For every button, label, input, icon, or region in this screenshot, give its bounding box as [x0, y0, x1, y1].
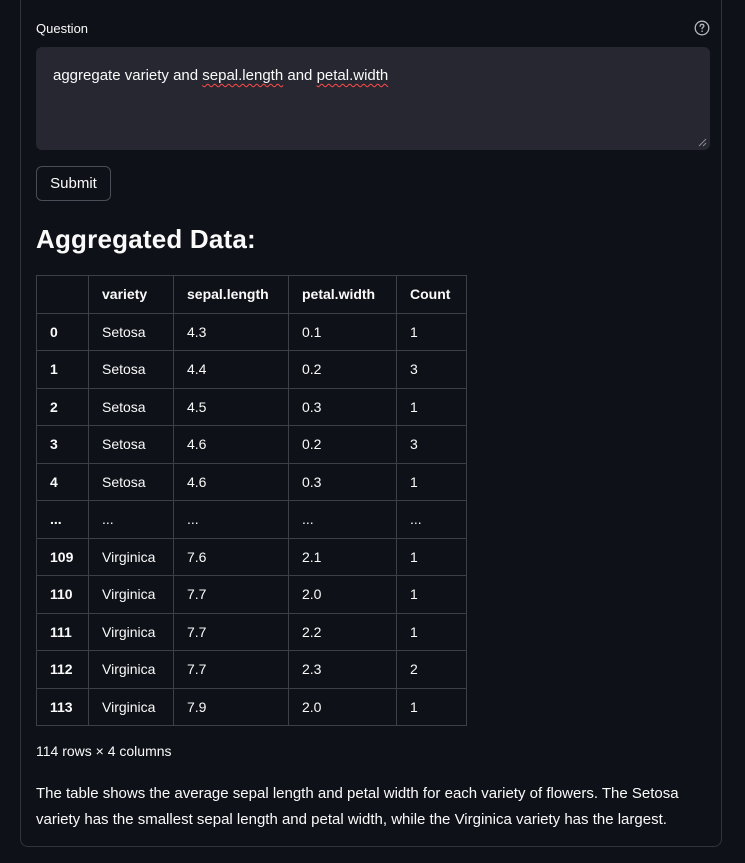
- row-index-cell[interactable]: ...: [36, 500, 89, 539]
- table-cell[interactable]: 2.1: [288, 537, 397, 576]
- table-cell[interactable]: 7.6: [173, 537, 289, 576]
- aggregated-data-table: variety sepal.length petal.width Count 0…: [36, 275, 467, 726]
- table-cell[interactable]: ...: [88, 500, 174, 539]
- question-label: Question: [36, 21, 89, 36]
- submit-button[interactable]: Submit: [36, 166, 111, 201]
- table-cell[interactable]: Virginica: [88, 650, 174, 689]
- summary-text: The table shows the average sepal length…: [36, 785, 679, 828]
- row-index-cell[interactable]: 111: [36, 612, 89, 651]
- question-text-part: and: [283, 67, 317, 84]
- table-cell[interactable]: 1: [396, 462, 467, 501]
- table-cell[interactable]: 2.0: [288, 575, 397, 614]
- table-cell[interactable]: 0.3: [288, 462, 397, 501]
- table-cell[interactable]: 1: [396, 312, 467, 351]
- table-cell[interactable]: 4.6: [173, 462, 289, 501]
- table-cell[interactable]: 4.4: [173, 350, 289, 389]
- help-circle-icon[interactable]: [694, 20, 710, 36]
- table-row: 112 Virginica 7.7 2.3 2: [36, 650, 467, 689]
- table-row: 3 Setosa 4.6 0.2 3: [36, 425, 467, 464]
- row-index-cell[interactable]: 109: [36, 537, 89, 576]
- table-cell[interactable]: 4.5: [173, 387, 289, 426]
- table-cell[interactable]: Virginica: [88, 687, 174, 726]
- table-row: 1 Setosa 4.4 0.2 3: [36, 350, 467, 389]
- table-cell[interactable]: Virginica: [88, 537, 174, 576]
- row-index-cell[interactable]: 1: [36, 350, 89, 389]
- table-cell[interactable]: ...: [173, 500, 289, 539]
- table-cell[interactable]: Setosa: [88, 312, 174, 351]
- resize-handle-icon[interactable]: [698, 138, 707, 147]
- table-cell[interactable]: 7.9: [173, 687, 289, 726]
- column-header-variety[interactable]: variety: [88, 275, 174, 314]
- table-cell[interactable]: 1: [396, 612, 467, 651]
- table-cell[interactable]: Virginica: [88, 575, 174, 614]
- column-header-index[interactable]: [36, 275, 89, 314]
- row-index-cell[interactable]: 4: [36, 462, 89, 501]
- table-cell[interactable]: 4.3: [173, 312, 289, 351]
- table-row: 113 Virginica 7.9 2.0 1: [36, 687, 467, 726]
- question-text-part: aggregate variety and: [53, 67, 203, 84]
- table-cell[interactable]: 0.2: [288, 350, 397, 389]
- table-row: ...............: [36, 500, 467, 539]
- table-cell[interactable]: 1: [396, 575, 467, 614]
- table-header-row: variety sepal.length petal.width Count: [36, 275, 467, 314]
- question-text-part: petal.width: [316, 67, 389, 84]
- table-cell[interactable]: 1: [396, 387, 467, 426]
- table-cell[interactable]: 1: [396, 537, 467, 576]
- column-header-petal-width[interactable]: petal.width: [288, 275, 397, 314]
- row-index-cell[interactable]: 113: [36, 687, 89, 726]
- table-cell[interactable]: 7.7: [173, 650, 289, 689]
- row-index-cell[interactable]: 2: [36, 387, 89, 426]
- table-row: 4 Setosa 4.6 0.3 1: [36, 462, 467, 501]
- table-cell[interactable]: 3: [396, 425, 467, 464]
- table-cell[interactable]: 2.3: [288, 650, 397, 689]
- table-cell[interactable]: 2: [396, 650, 467, 689]
- question-text-part: sepal.length: [202, 67, 284, 84]
- table-cell[interactable]: 7.7: [173, 575, 289, 614]
- column-header-count[interactable]: Count: [396, 275, 467, 314]
- row-index-cell[interactable]: 0: [36, 312, 89, 351]
- table-cell[interactable]: Virginica: [88, 612, 174, 651]
- table-row: 2 Setosa 4.5 0.3 1: [36, 387, 467, 426]
- table-shape-label: 114 rows × 4 columns: [36, 743, 172, 759]
- table-row: 0 Setosa 4.3 0.1 1: [36, 312, 467, 351]
- column-header-sepal-length[interactable]: sepal.length: [173, 275, 289, 314]
- table-cell[interactable]: 0.3: [288, 387, 397, 426]
- table-cell[interactable]: Setosa: [88, 350, 174, 389]
- row-index-cell[interactable]: 3: [36, 425, 89, 464]
- table-cell[interactable]: 1: [396, 687, 467, 726]
- table-cell[interactable]: Setosa: [88, 462, 174, 501]
- table-row: 111 Virginica 7.7 2.2 1: [36, 612, 467, 651]
- table-cell[interactable]: 2.2: [288, 612, 397, 651]
- table-cell[interactable]: 2.0: [288, 687, 397, 726]
- table-cell[interactable]: 0.2: [288, 425, 397, 464]
- table-cell[interactable]: ...: [288, 500, 397, 539]
- table-cell[interactable]: Setosa: [88, 387, 174, 426]
- question-textarea[interactable]: aggregate variety and sepal.length and p…: [36, 47, 710, 150]
- table-row: 110 Virginica 7.7 2.0 1: [36, 575, 467, 614]
- table-cell[interactable]: ...: [396, 500, 467, 539]
- row-index-cell[interactable]: 112: [36, 650, 89, 689]
- table-cell[interactable]: 0.1: [288, 312, 397, 351]
- row-index-cell[interactable]: 110: [36, 575, 89, 614]
- table-cell[interactable]: 7.7: [173, 612, 289, 651]
- table-row: 109 Virginica 7.6 2.1 1: [36, 537, 467, 576]
- table-cell[interactable]: Setosa: [88, 425, 174, 464]
- table-cell[interactable]: 4.6: [173, 425, 289, 464]
- result-heading: Aggregated Data:: [36, 224, 256, 254]
- table-cell[interactable]: 3: [396, 350, 467, 389]
